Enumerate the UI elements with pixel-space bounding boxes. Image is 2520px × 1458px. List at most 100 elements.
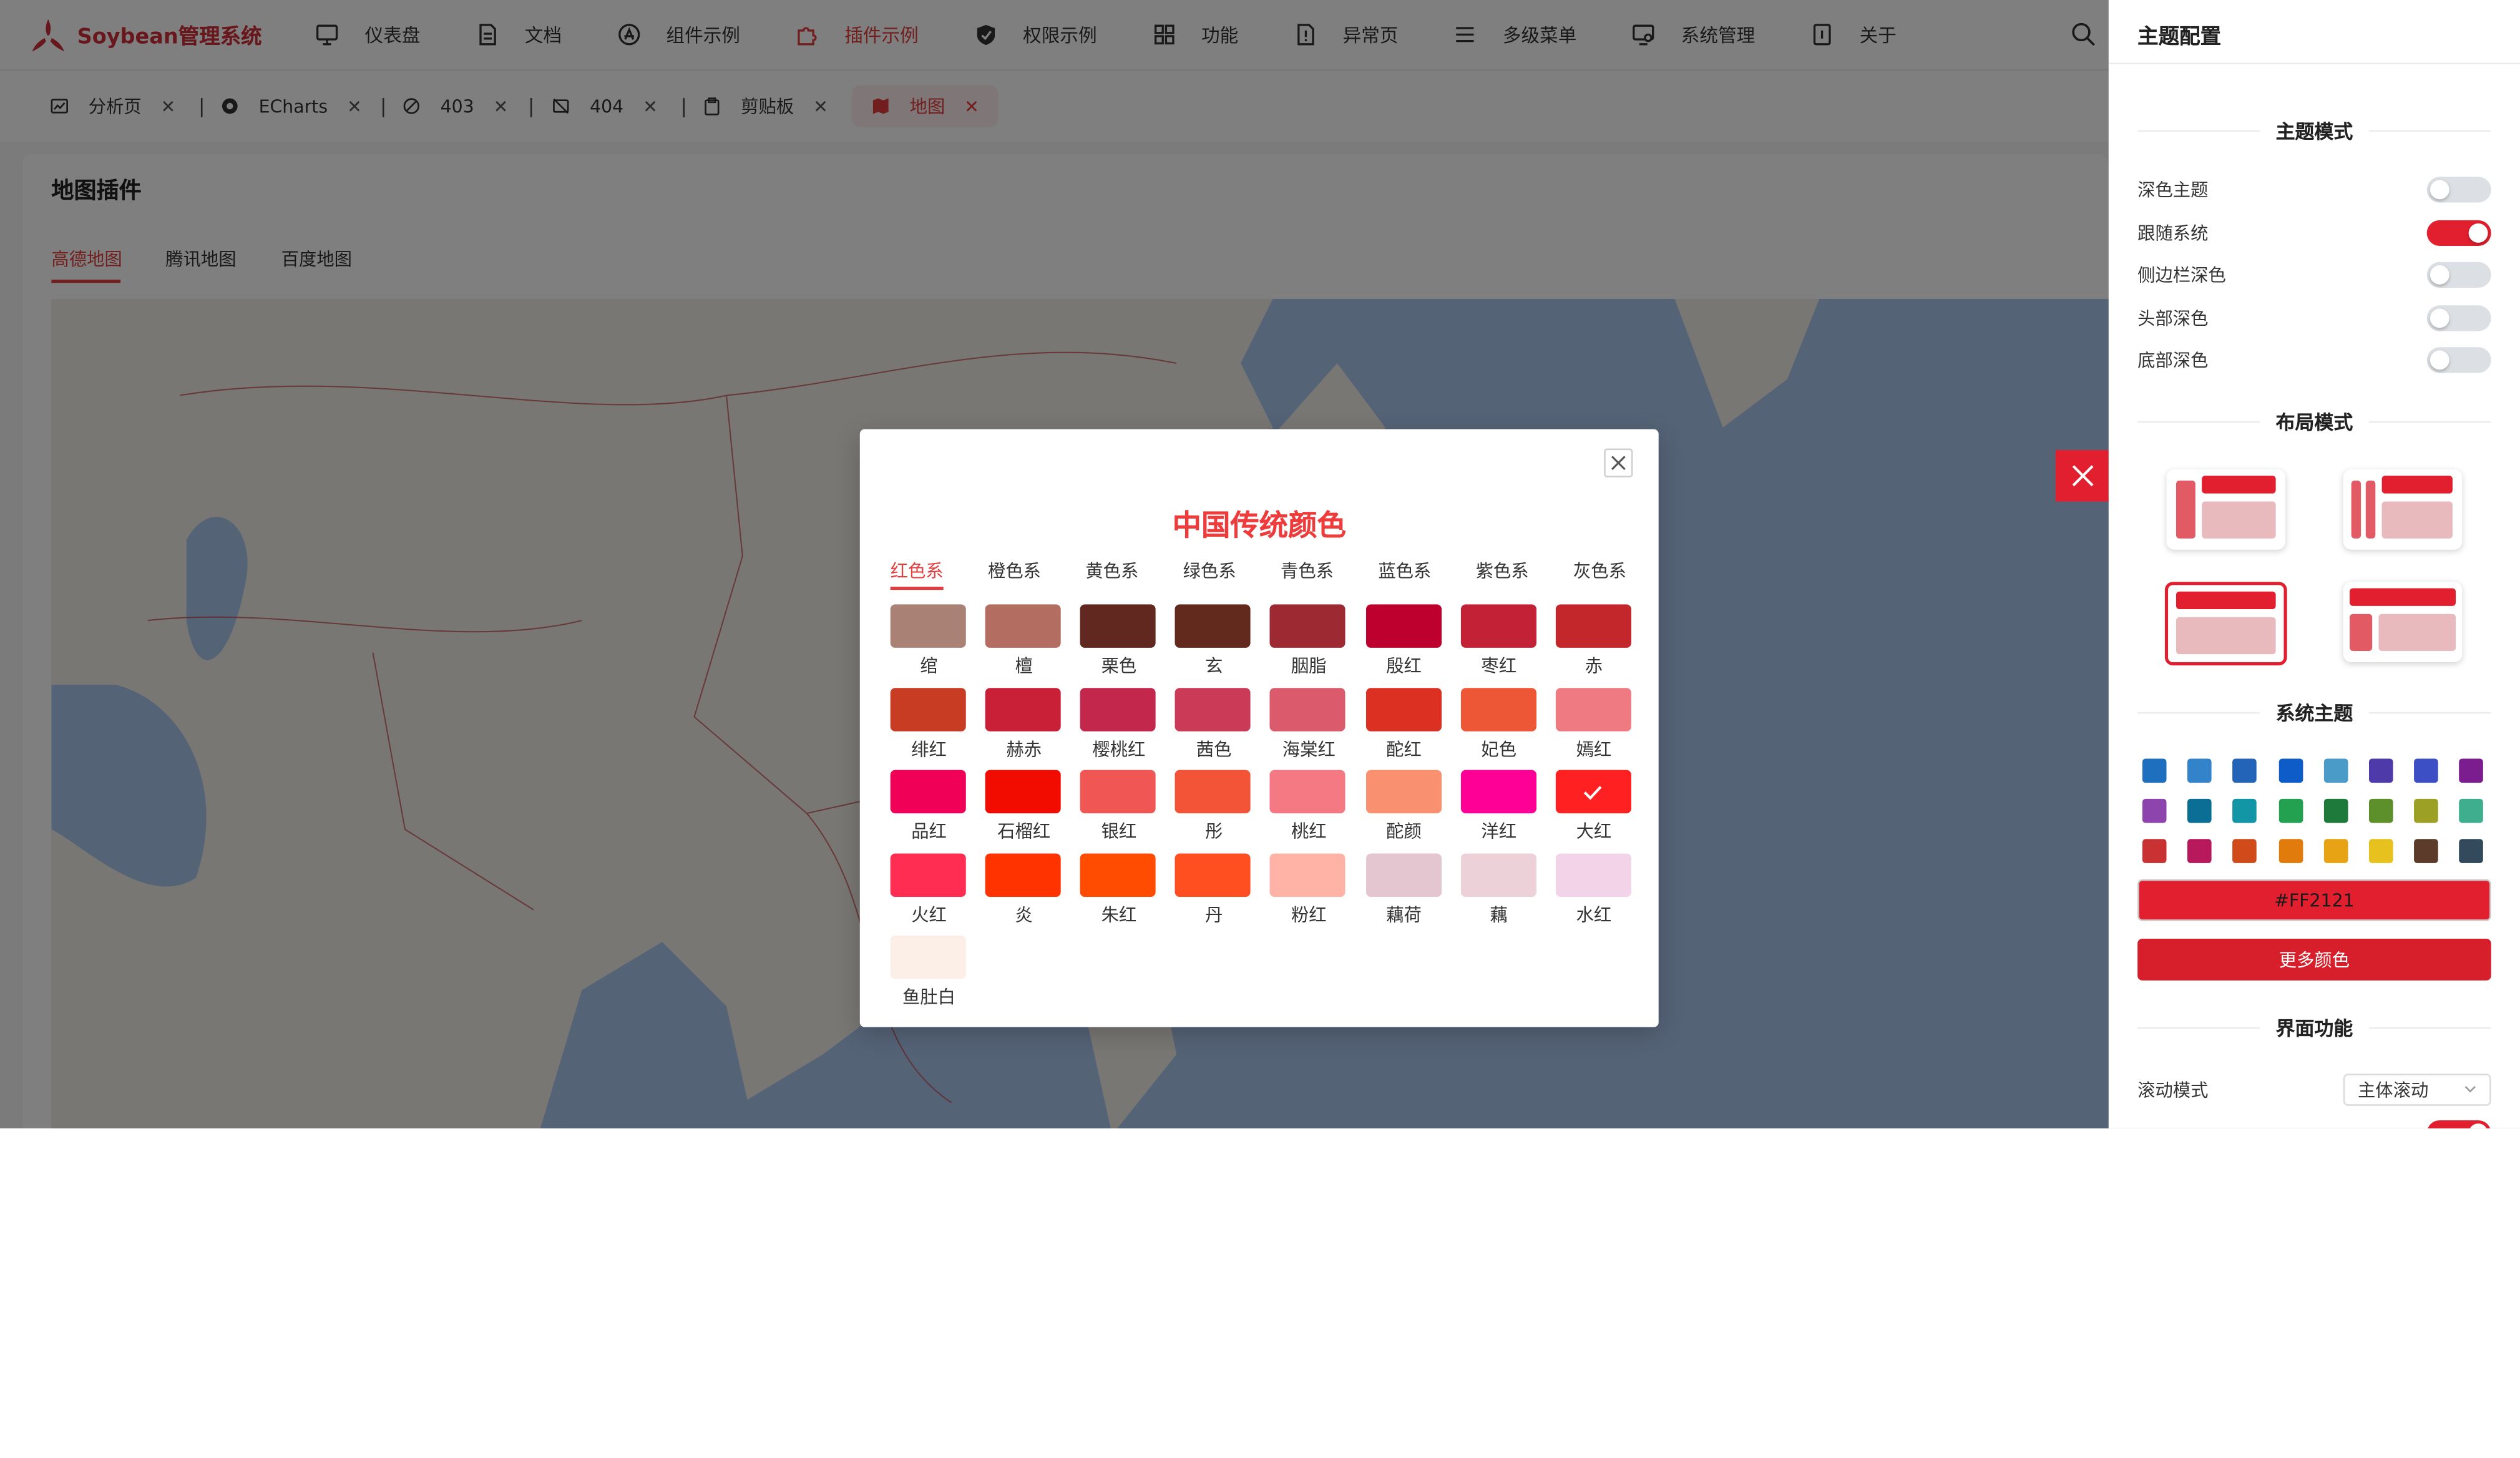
color-item[interactable]: 栗色 bbox=[1080, 604, 1158, 678]
theme-color-swatch[interactable] bbox=[2187, 758, 2212, 783]
theme-color-swatch[interactable] bbox=[2414, 758, 2439, 783]
color-chip[interactable] bbox=[890, 687, 966, 731]
color-category-tab[interactable]: 紫色系 bbox=[1476, 558, 1529, 584]
color-item[interactable]: 茜色 bbox=[1175, 687, 1253, 761]
scroll-mode-select[interactable]: 主体滚动 bbox=[2343, 1074, 2491, 1106]
color-chip[interactable] bbox=[1365, 604, 1441, 648]
color-chip[interactable] bbox=[1080, 604, 1156, 648]
color-item[interactable]: 炎 bbox=[985, 853, 1063, 927]
toggle-switch[interactable] bbox=[2426, 219, 2491, 245]
next-setting-switch[interactable] bbox=[2426, 1120, 2491, 1128]
color-item[interactable]: 玄 bbox=[1175, 604, 1253, 678]
current-color-value[interactable]: #FF2121 bbox=[2137, 879, 2491, 921]
theme-color-swatch[interactable] bbox=[2368, 798, 2393, 823]
color-chip[interactable] bbox=[1555, 604, 1631, 648]
color-chip[interactable] bbox=[1270, 853, 1346, 897]
color-chip[interactable] bbox=[985, 687, 1061, 731]
color-item[interactable]: 绾 bbox=[890, 604, 968, 678]
color-chip[interactable] bbox=[1365, 770, 1441, 814]
color-chip[interactable] bbox=[1555, 770, 1631, 814]
color-category-tab[interactable]: 黄色系 bbox=[1085, 558, 1138, 584]
color-category-tab[interactable]: 灰色系 bbox=[1573, 558, 1626, 584]
color-item[interactable]: 粉红 bbox=[1270, 853, 1347, 927]
color-item[interactable]: 嫣红 bbox=[1555, 687, 1633, 761]
layout-vertical-option[interactable] bbox=[2166, 469, 2286, 550]
color-item[interactable]: 檀 bbox=[985, 604, 1063, 678]
color-chip[interactable] bbox=[1270, 604, 1346, 648]
theme-color-swatch[interactable] bbox=[2278, 798, 2303, 823]
color-chip[interactable] bbox=[1365, 687, 1441, 731]
color-chip[interactable] bbox=[985, 853, 1061, 897]
color-chip[interactable] bbox=[890, 604, 966, 648]
theme-color-swatch[interactable] bbox=[2142, 798, 2167, 823]
color-chip[interactable] bbox=[1270, 770, 1346, 814]
color-chip[interactable] bbox=[1460, 604, 1536, 648]
color-category-tab[interactable]: 绿色系 bbox=[1183, 558, 1236, 584]
color-item[interactable]: 妃色 bbox=[1460, 687, 1538, 761]
color-chip[interactable] bbox=[1555, 687, 1631, 731]
toggle-switch[interactable] bbox=[2426, 262, 2491, 288]
theme-color-swatch[interactable] bbox=[2368, 758, 2393, 783]
theme-color-swatch[interactable] bbox=[2323, 798, 2348, 823]
color-chip[interactable] bbox=[1365, 853, 1441, 897]
theme-color-swatch[interactable] bbox=[2142, 758, 2167, 783]
color-item[interactable]: 胭脂 bbox=[1270, 604, 1347, 678]
color-item[interactable]: 酡红 bbox=[1365, 687, 1443, 761]
theme-color-swatch[interactable] bbox=[2187, 798, 2212, 823]
color-category-tab[interactable]: 蓝色系 bbox=[1378, 558, 1431, 584]
color-chip[interactable] bbox=[1460, 770, 1536, 814]
color-item[interactable]: 丹 bbox=[1175, 853, 1253, 927]
toggle-switch[interactable] bbox=[2426, 305, 2491, 331]
color-item[interactable]: 殷红 bbox=[1365, 604, 1443, 678]
drawer-close-button[interactable] bbox=[2055, 450, 2109, 502]
color-category-tab[interactable]: 青色系 bbox=[1281, 558, 1334, 584]
color-item[interactable]: 绯红 bbox=[890, 687, 968, 761]
color-chip[interactable] bbox=[890, 936, 966, 980]
color-chip[interactable] bbox=[890, 770, 966, 814]
theme-color-swatch[interactable] bbox=[2233, 758, 2257, 783]
color-item[interactable]: 桃红 bbox=[1270, 770, 1347, 844]
color-item[interactable]: 朱红 bbox=[1080, 853, 1158, 927]
color-item[interactable]: 彤 bbox=[1175, 770, 1253, 844]
color-item[interactable]: 石榴红 bbox=[985, 770, 1063, 844]
color-item[interactable]: 鱼肚白 bbox=[890, 936, 968, 1010]
layout-vertical-mix-option[interactable] bbox=[2343, 469, 2463, 550]
modal-close-button[interactable] bbox=[1604, 448, 1633, 477]
color-chip[interactable] bbox=[1460, 687, 1536, 731]
theme-color-swatch[interactable] bbox=[2368, 839, 2393, 863]
color-item[interactable]: 酡颜 bbox=[1365, 770, 1443, 844]
color-chip[interactable] bbox=[1175, 687, 1251, 731]
color-chip[interactable] bbox=[1175, 770, 1251, 814]
color-item[interactable]: 樱桃红 bbox=[1080, 687, 1158, 761]
theme-color-swatch[interactable] bbox=[2233, 798, 2257, 823]
color-item[interactable]: 赫赤 bbox=[985, 687, 1063, 761]
theme-color-swatch[interactable] bbox=[2323, 839, 2348, 863]
theme-color-swatch[interactable] bbox=[2459, 758, 2484, 783]
color-chip[interactable] bbox=[1080, 770, 1156, 814]
toggle-switch[interactable] bbox=[2426, 348, 2491, 374]
color-chip[interactable] bbox=[1270, 687, 1346, 731]
theme-color-swatch[interactable] bbox=[2233, 839, 2257, 863]
color-item[interactable]: 洋红 bbox=[1460, 770, 1538, 844]
theme-color-swatch[interactable] bbox=[2278, 839, 2303, 863]
color-category-tab[interactable]: 红色系 bbox=[891, 558, 944, 584]
theme-color-swatch[interactable] bbox=[2414, 839, 2439, 863]
color-category-tab[interactable]: 橙色系 bbox=[988, 558, 1041, 584]
color-item[interactable]: 海棠红 bbox=[1270, 687, 1347, 761]
color-item[interactable]: 大红 bbox=[1555, 770, 1633, 844]
color-item[interactable]: 赤 bbox=[1555, 604, 1633, 678]
color-item[interactable]: 藕荷 bbox=[1365, 853, 1443, 927]
layout-horizontal-mix-option[interactable] bbox=[2343, 582, 2463, 663]
color-item[interactable]: 品红 bbox=[890, 770, 968, 844]
color-chip[interactable] bbox=[1080, 853, 1156, 897]
theme-color-swatch[interactable] bbox=[2323, 758, 2348, 783]
color-item[interactable]: 藕 bbox=[1460, 853, 1538, 927]
theme-color-swatch[interactable] bbox=[2459, 798, 2484, 823]
color-item[interactable]: 银红 bbox=[1080, 770, 1158, 844]
color-chip[interactable] bbox=[890, 853, 966, 897]
color-item[interactable]: 水红 bbox=[1555, 853, 1633, 927]
layout-horizontal-option[interactable] bbox=[2164, 582, 2287, 666]
theme-color-swatch[interactable] bbox=[2142, 839, 2167, 863]
color-item[interactable]: 枣红 bbox=[1460, 604, 1538, 678]
theme-color-swatch[interactable] bbox=[2187, 839, 2212, 863]
